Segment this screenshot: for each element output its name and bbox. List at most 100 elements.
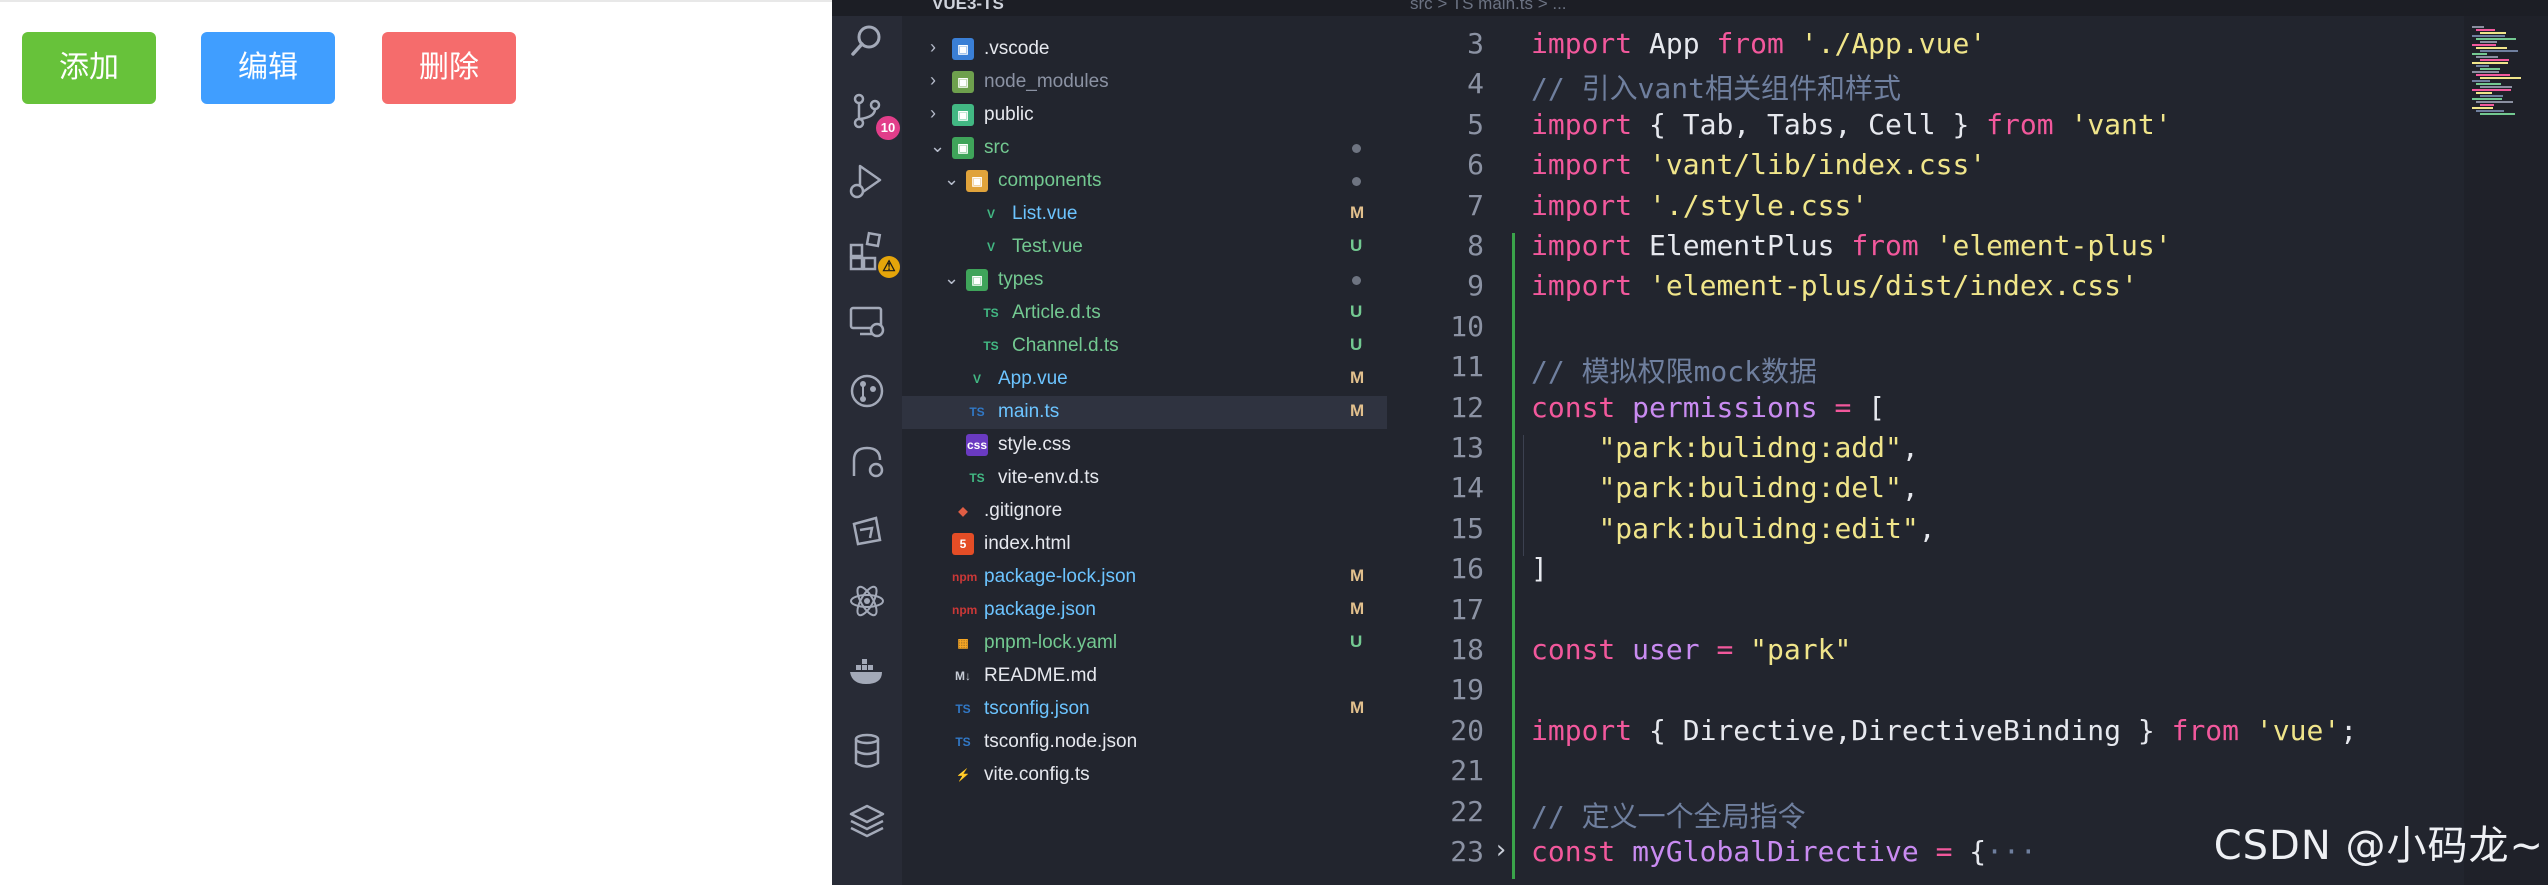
minimap[interactable] — [2464, 16, 2548, 885]
explorer-item[interactable]: ▦ pnpm-lock.yaml U — [902, 627, 1387, 660]
line-number[interactable]: 12 — [1387, 391, 1484, 424]
share-icon[interactable] — [846, 510, 888, 552]
code-line[interactable]: import App from './App.vue' — [1531, 27, 1986, 60]
code-line[interactable]: // 定义一个全局指令 — [1531, 795, 1806, 835]
markdown-file-icon: M↓ — [955, 669, 971, 683]
explorer-item[interactable]: V Test.vue U — [902, 231, 1387, 264]
explorer-item[interactable]: › ▣ public — [902, 99, 1387, 132]
git-history-icon[interactable] — [846, 440, 888, 482]
explorer-item[interactable]: M↓ README.md — [902, 660, 1387, 693]
explorer-item[interactable]: ⚡ vite.config.ts — [902, 759, 1387, 792]
minimap-line — [2480, 113, 2515, 115]
code-editor[interactable]: 3 import App from './App.vue' 4 // 引入vant相关… — [1387, 16, 2548, 885]
explorer-item[interactable]: npm package.json M — [902, 594, 1387, 627]
code-line[interactable]: "park:bulidng:edit", — [1531, 512, 1935, 545]
line-number[interactable]: 5 — [1387, 108, 1484, 141]
line-number[interactable]: 17 — [1387, 593, 1484, 626]
vue-file-icon: V — [986, 240, 995, 254]
chevron-down-icon[interactable]: ⌄ — [944, 169, 959, 190]
source-control-icon[interactable]: 10 — [846, 90, 900, 140]
fold-chevron-icon[interactable]: › — [1493, 835, 1509, 865]
explorer-item[interactable]: › ▣ node_modules — [902, 66, 1387, 99]
react-icon[interactable] — [846, 580, 888, 622]
line-number[interactable]: 3 — [1387, 27, 1484, 60]
minimap-line — [2476, 47, 2507, 49]
code-line[interactable]: "park:bulidng:del", — [1531, 471, 1918, 504]
explorer-item[interactable]: 5 index.html — [902, 528, 1387, 561]
extensions-icon[interactable]: ⚠ — [846, 230, 900, 278]
explorer-item[interactable]: V App.vue M — [902, 363, 1387, 396]
explorer-item[interactable]: TS tsconfig.json M — [902, 693, 1387, 726]
chevron-right-icon[interactable]: › — [930, 70, 936, 91]
line-number[interactable]: 4 — [1387, 67, 1484, 100]
code-line[interactable]: import 'vant/lib/index.css' — [1531, 148, 1986, 181]
code-line[interactable]: // 模拟权限mock数据 — [1531, 350, 1817, 390]
explorer-item[interactable]: ⌄ ▣ src — [902, 132, 1387, 165]
line-number[interactable]: 23 — [1387, 835, 1484, 868]
chevron-right-icon[interactable]: › — [930, 103, 936, 124]
line-number[interactable]: 19 — [1387, 673, 1484, 706]
code-line[interactable]: const user = "park" — [1531, 633, 1851, 666]
code-line[interactable]: ] — [1531, 552, 1548, 585]
delete-button[interactable]: 删除 — [382, 32, 516, 104]
explorer-item[interactable]: TS main.ts M — [902, 396, 1387, 429]
layers-icon[interactable] — [846, 800, 888, 842]
explorer-item-label: vite.config.ts — [984, 764, 1090, 785]
explorer-item[interactable]: ⌄ ▣ types — [902, 264, 1387, 297]
remote-explorer-icon[interactable] — [846, 300, 888, 342]
line-number[interactable]: 8 — [1387, 229, 1484, 262]
line-number[interactable]: 7 — [1387, 189, 1484, 222]
line-number[interactable]: 14 — [1387, 471, 1484, 504]
explorer-item-label: node_modules — [984, 71, 1109, 92]
code-line[interactable]: import 'element-plus/dist/index.css' — [1531, 269, 2138, 302]
breadcrumb[interactable]: src > TS main.ts > ... — [1410, 0, 1567, 14]
line-number[interactable]: 20 — [1387, 714, 1484, 747]
code-line[interactable]: const permissions = [ — [1531, 391, 1885, 424]
explorer-item[interactable]: ◆ .gitignore — [902, 495, 1387, 528]
code-line[interactable]: import { Tab, Tabs, Cell } from 'vant' — [1531, 108, 2172, 141]
line-number[interactable]: 15 — [1387, 512, 1484, 545]
explorer-item-label: .vscode — [984, 38, 1050, 59]
line-number[interactable]: 21 — [1387, 754, 1484, 787]
chevron-down-icon[interactable]: ⌄ — [944, 268, 959, 289]
docker-icon[interactable] — [846, 650, 888, 692]
add-button[interactable]: 添加 — [22, 32, 156, 104]
explorer-item-label: Channel.d.ts — [1012, 335, 1119, 356]
code-line[interactable]: // 引入vant相关组件和样式 — [1531, 67, 1901, 107]
search-icon[interactable] — [846, 20, 888, 62]
explorer-item[interactable]: › ▣ .vscode — [902, 33, 1387, 66]
line-number[interactable]: 10 — [1387, 310, 1484, 343]
minimap-line — [2480, 104, 2494, 106]
explorer-item[interactable]: npm package-lock.json M — [902, 561, 1387, 594]
explorer-item[interactable]: css style.css — [902, 429, 1387, 462]
line-number[interactable]: 6 — [1387, 148, 1484, 181]
git-status-badge: M — [1350, 566, 1365, 585]
line-number[interactable]: 22 — [1387, 795, 1484, 828]
line-number[interactable]: 16 — [1387, 552, 1484, 585]
line-number[interactable]: 13 — [1387, 431, 1484, 464]
line-number[interactable]: 9 — [1387, 269, 1484, 302]
code-line[interactable]: "park:bulidng:add", — [1531, 431, 1918, 464]
explorer-item[interactable]: TS Channel.d.ts U — [902, 330, 1387, 363]
line-number[interactable]: 11 — [1387, 350, 1484, 383]
folder-types-icon: ▣ — [966, 269, 988, 291]
workspace-folder-name[interactable]: VUE3-TS — [932, 0, 1004, 14]
vue-file-icon: V — [986, 207, 995, 221]
explorer-item[interactable]: V List.vue M — [902, 198, 1387, 231]
database-icon[interactable] — [846, 730, 888, 772]
explorer-item[interactable]: ⌄ ▣ components — [902, 165, 1387, 198]
code-line[interactable]: const myGlobalDirective = {··· — [1531, 835, 2037, 868]
run-debug-icon[interactable] — [846, 160, 888, 202]
chevron-down-icon[interactable]: ⌄ — [930, 136, 945, 157]
edit-button[interactable]: 编辑 — [201, 32, 335, 104]
git-graph-icon[interactable] — [846, 370, 888, 412]
code-line[interactable]: import './style.css' — [1531, 189, 1868, 222]
explorer-item[interactable]: TS vite-env.d.ts — [902, 462, 1387, 495]
line-number[interactable]: 18 — [1387, 633, 1484, 666]
minimap-line — [2472, 44, 2496, 46]
explorer-item[interactable]: TS tsconfig.node.json — [902, 726, 1387, 759]
chevron-right-icon[interactable]: › — [930, 37, 936, 58]
explorer-item[interactable]: TS Article.d.ts U — [902, 297, 1387, 330]
code-line[interactable]: import ElementPlus from 'element-plus' — [1531, 229, 2172, 262]
code-line[interactable]: import { Directive,DirectiveBinding } fr… — [1531, 714, 2357, 747]
